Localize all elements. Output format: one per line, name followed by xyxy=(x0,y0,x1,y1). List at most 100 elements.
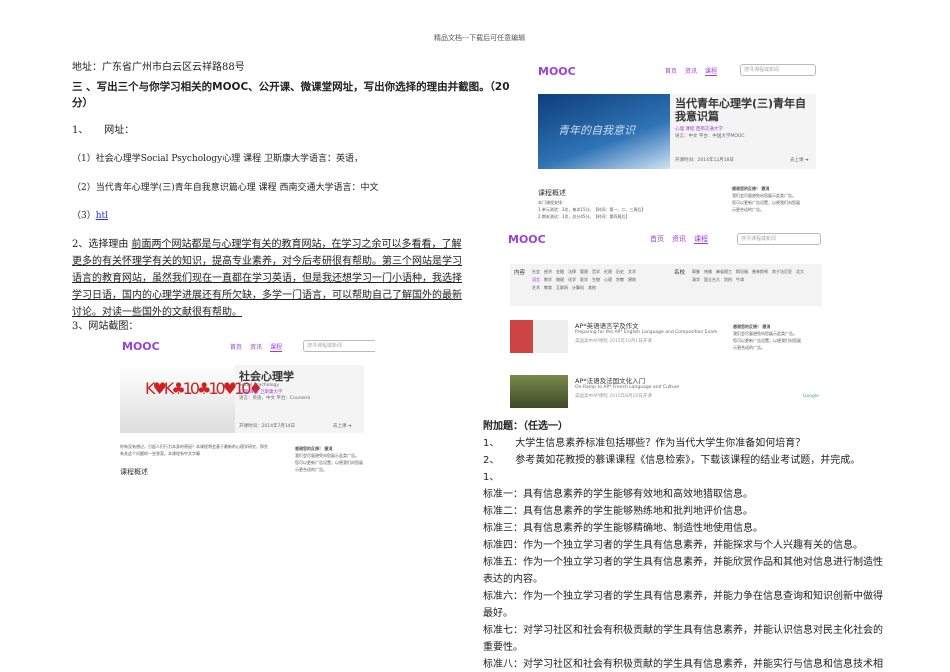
nav-home[interactable]: 首页 xyxy=(665,68,677,75)
school-tag[interactable]: 剑桥 xyxy=(724,276,732,284)
go-to-class-button[interactable]: 去上课 ➜ xyxy=(333,423,352,429)
filter-tag[interactable]: 社会 xyxy=(532,268,540,276)
filter-tag[interactable]: 建筑 xyxy=(628,276,636,284)
filter-panel: 内容 社会 经济 金融 法律 管理 哲学 伦理 历史 文学语言 数学 物理 化学 医学 生物 心理 宗教 建筑艺… xyxy=(510,264,822,306)
nav-courses[interactable]: 课程 xyxy=(705,68,718,76)
school-tag[interactable]: 耶鲁 xyxy=(692,268,700,276)
ad-line1: 我们会尽量避免向您展示此类广告。 xyxy=(295,453,359,458)
standard-item: 标准三：具有信息素养的学生能够精确地、制造性地使用信息。 xyxy=(483,523,763,534)
filter-tag[interactable]: 文学 xyxy=(628,268,636,276)
course-desc: 你有没有想过，引起人们行为本身的原因？本课程将会基于最新的心理学研究，探究有关这… xyxy=(120,444,268,456)
filter-tag[interactable]: 化学 xyxy=(568,276,576,284)
section-heading-cont: 分） xyxy=(72,97,93,109)
screenshot-social-psychology: MOOC 首页 资讯 课程 搜寻课程或新闻 K♥K♣10♣10♥10♦ 社会心理学 … xyxy=(115,335,375,490)
filter-content-label: 内容 xyxy=(514,270,526,276)
filter-school-label: 名校 xyxy=(674,270,686,276)
course-thumbnail[interactable] xyxy=(510,320,568,353)
nav-home[interactable]: 首页 xyxy=(230,344,242,351)
school-tag[interactable]: 麻省理工 xyxy=(716,268,732,276)
mooc-logo: MOOC xyxy=(122,340,160,353)
playing-cards-image: K♥K♣10♣10♥10♦ xyxy=(120,365,263,433)
mooc-logo: MOOC xyxy=(508,233,546,246)
screenshot-youth-psychology: MOOC 首页 资讯 课程 搜寻课程或新闻 青年的自我意识 当代青年心理学(三)青年… xyxy=(535,62,820,222)
address: 地址：广东省广州市白云区云祥路88号 xyxy=(72,62,245,73)
course-meta: 美国高中AP课程 2015年8月10日开课 xyxy=(575,394,652,399)
search-input[interactable]: 搜寻课程或新闻 xyxy=(303,340,375,352)
filter-tag[interactable]: 金融 xyxy=(556,268,564,276)
course-hero: K♥K♣10♣10♥10♦ 社会心理学 Social Psychology 心理… xyxy=(120,365,364,433)
school-tag[interactable]: 清华 xyxy=(692,276,700,284)
filter-tag[interactable]: 互联网 xyxy=(556,284,568,292)
filter-tag[interactable]: 伦理 xyxy=(604,268,612,276)
course-tags: 心理 课程 西南交通大学 xyxy=(675,127,723,132)
school-tag[interactable]: 国立台大 xyxy=(704,276,720,284)
filter-tag[interactable]: 历史 xyxy=(616,268,624,276)
course-thumbnail[interactable] xyxy=(510,375,568,408)
filter-tag[interactable]: 管理 xyxy=(580,268,588,276)
ad-title: 感谢您的反馈！ 撤消 xyxy=(295,446,333,451)
school-tag[interactable]: 宾夕法尼亚 xyxy=(772,268,792,276)
course-lang: 语言：中文 平台：中国大学MOOC xyxy=(675,134,745,139)
school-tag[interactable]: 哈佛 xyxy=(704,268,712,276)
nav-home[interactable]: 首页 xyxy=(650,235,664,243)
filter-tag[interactable]: 经济 xyxy=(544,268,552,276)
question-2: 2、 参考黄如花教授的慕课课程《信息检索》，下载该课程的结业考试题，并完成。 xyxy=(483,455,861,466)
school-tag[interactable]: 北大 xyxy=(796,268,804,276)
screenshot-course-list: MOOC 首页 资讯 课程 搜寻课程或新闻 内容 社会 经济 金融 法律 管理 哲学 伦理 历史文… xyxy=(505,228,827,414)
search-input[interactable]: 搜寻课程或新闻 xyxy=(740,64,816,76)
nav-news[interactable]: 资讯 xyxy=(250,344,262,351)
nav-courses[interactable]: 课程 xyxy=(270,344,283,352)
extra-title: 附加题：（任选一） xyxy=(483,421,568,432)
site-2: （2）当代青年心理学(三)青年自我意识篇心理 课程 西南交通大学语言：中文 xyxy=(72,183,379,193)
answer-number: 1、 xyxy=(483,472,500,483)
standard-item: 标准四：作为一个独立学习者的学生具有信息素养，并能探求与个人兴趣有关的信息。 xyxy=(483,540,863,551)
mooc-nav: 首页 资讯 课程 xyxy=(230,342,290,352)
filter-tag[interactable]: 医学 xyxy=(580,276,588,284)
go-to-class-button[interactable]: 去上课 ➜ xyxy=(790,157,809,163)
standard-item: 标准五：作为一个独立学习者的学生具有信息素养，并能欣赏作品和其他对信息进行制造性… xyxy=(483,557,883,585)
header-note: 精品文档---下载后可任意编辑 xyxy=(434,34,526,42)
site-1: （1）社会心理学Social Psychology心理 课程 卫斯康大学语言：英… xyxy=(72,154,363,164)
document-page: 精品文档---下载后可任意编辑 地址：广东省广州市白云区云祥路88号 三 、写出… xyxy=(0,0,950,672)
nav-courses[interactable]: 课程 xyxy=(694,235,708,244)
school-tag[interactable]: 牛津 xyxy=(736,276,744,284)
ad-title: 感谢您的反馈！ 撤消 xyxy=(732,186,770,191)
school-tag[interactable]: 斯坦福 xyxy=(736,268,748,276)
nav-news[interactable]: 资讯 xyxy=(685,68,697,75)
screenshot-label: 3、网站截图： xyxy=(72,321,139,332)
standard-item: 标准六：作为一个独立学习者的学生具有信息素养，并能力争在信息查询和知识创新中做得… xyxy=(483,591,883,619)
standard-item: 标准一：具有信息素养的学生能够有效地和高效地猎取信息。 xyxy=(483,489,753,500)
course-en-title: On-Ramp to AP* French Language and Cultu… xyxy=(575,385,680,390)
filter-tag[interactable]: 法律 xyxy=(568,268,576,276)
course-subtitle: Social Psychology xyxy=(239,383,280,388)
course-title[interactable]: AP*英语语言学及作文 xyxy=(575,320,639,330)
overview-heading: 课程概述 xyxy=(120,468,148,476)
mooc-logo: MOOC xyxy=(538,65,576,78)
filter-tag[interactable]: 教育 xyxy=(544,284,552,292)
filter-tag[interactable]: 宗教 xyxy=(616,276,624,284)
course-date: 开课时间：2014年7月14日 xyxy=(239,424,296,429)
school-tag[interactable]: 普林斯顿 xyxy=(752,268,768,276)
filter-tag[interactable]: 哲学 xyxy=(592,268,600,276)
nav-news[interactable]: 资讯 xyxy=(672,235,686,243)
filter-tag[interactable]: 生物 xyxy=(592,276,600,284)
desc-line: 2.期末测试：1次，总分45分。【时间：第四周后】 xyxy=(538,214,630,219)
course-title[interactable]: AP*法语及法国文化入门 xyxy=(575,375,645,385)
ad-line1: 我们会尽量避免向您展示此类广告。 xyxy=(733,331,797,336)
filter-tag[interactable]: 物理 xyxy=(556,276,564,284)
extra-questions: 附加题：（任选一） 1、 大学生信息素养标准包括哪些？作为当代大学生你准备如何培… xyxy=(483,418,883,672)
filter-tag[interactable]: 计算机 xyxy=(572,284,584,292)
filter-tag[interactable]: 数学 xyxy=(544,276,552,284)
course-date: 开课时间：2014年12月18日 xyxy=(675,158,734,163)
filter-tag[interactable]: 艺术 xyxy=(532,284,540,292)
filter-tag[interactable]: 心理 xyxy=(604,276,612,284)
search-input[interactable]: 搜寻课程或新闻 xyxy=(737,233,821,245)
filter-tag[interactable]: 语言 xyxy=(532,276,540,284)
site-3-link[interactable]: htl xyxy=(96,211,108,221)
course-title: 社会心理学 xyxy=(239,370,294,383)
reason-label: 2、选择理由 xyxy=(72,239,132,250)
filter-tag[interactable]: 其他 xyxy=(588,284,596,292)
reason-text: 前面两个网站都是与心理学有关的教育网站，在学习之余可以多看看，了解更多的有关怀理… xyxy=(72,239,462,318)
course-meta: 美国高中AP课程 2015年10月1日开课 xyxy=(575,339,652,344)
ad-title: 感谢您的反馈！ 撤消 xyxy=(733,324,771,329)
